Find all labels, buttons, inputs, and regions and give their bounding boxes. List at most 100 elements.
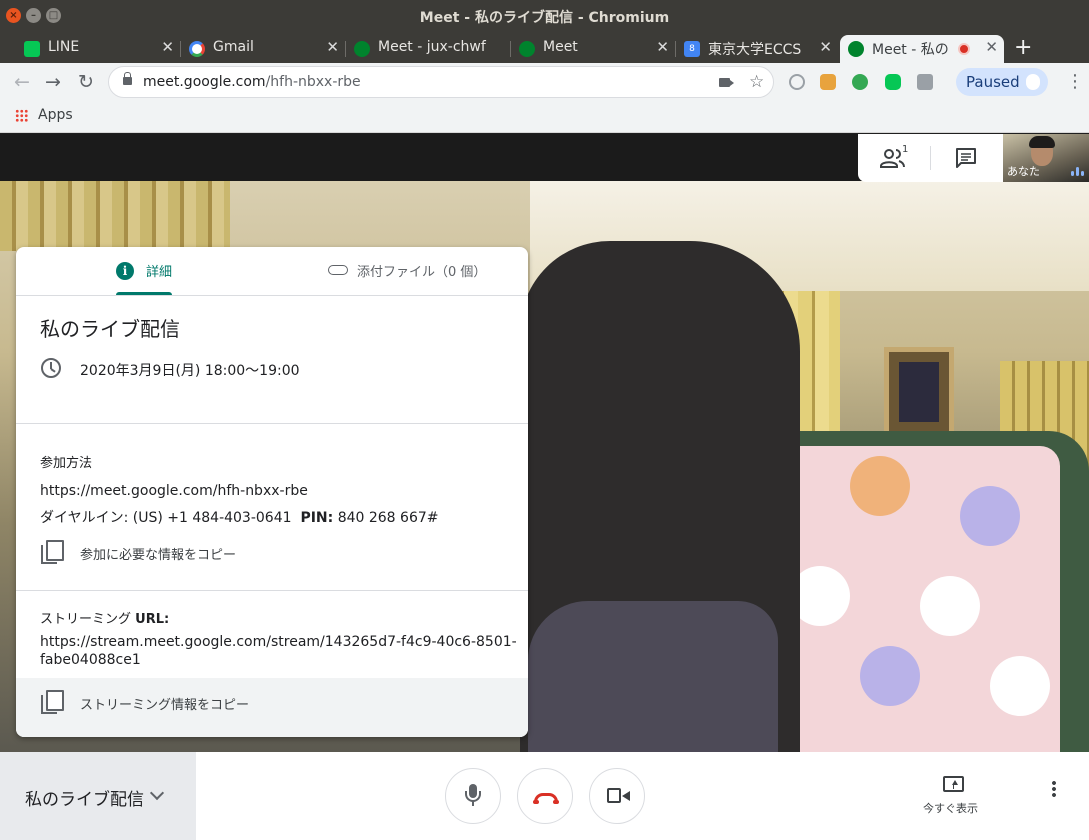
- apps-grid-icon[interactable]: [15, 109, 28, 122]
- dialin-info: ダイヤルイン: (US) +1 484-403-0641 PIN: 840 26…: [40, 510, 439, 526]
- apps-bookmark[interactable]: Apps: [38, 107, 73, 123]
- divider: [16, 423, 528, 424]
- lock-icon: [123, 72, 132, 85]
- extension-tampermonkey-icon[interactable]: [820, 74, 836, 90]
- blanket-dot: [920, 576, 980, 636]
- window-titlebar: × – □ Meet - 私のライブ配信 - Chromium: [0, 0, 1089, 32]
- meet-app: 1 あなた i 詳細 添付ファイル（0 個） 私のライブ配信 2020年3月9日…: [0, 134, 1089, 840]
- divider: [16, 590, 528, 591]
- browser-toolbar: ← → ↻ meet.google.com/hfh-nbxx-rbe ☆ Pau…: [0, 63, 1089, 101]
- video-hoodie: [528, 601, 778, 752]
- hang-up-icon: [533, 793, 559, 804]
- avatar: [1026, 74, 1040, 90]
- extension-line-icon[interactable]: [885, 74, 901, 90]
- meeting-title: 私のライブ配信: [40, 317, 180, 341]
- blanket-dot: [990, 656, 1050, 716]
- self-view-hair: [1029, 136, 1055, 148]
- present-now-button[interactable]: 今すぐ表示: [923, 800, 978, 816]
- participant-count: 1: [902, 144, 909, 155]
- join-url[interactable]: https://meet.google.com/hfh-nbxx-rbe: [40, 483, 308, 499]
- copy-join-info-button[interactable]: 参加に必要な情報をコピー: [80, 544, 236, 563]
- active-tab-indicator: [116, 292, 172, 295]
- address-bar[interactable]: meet.google.com/hfh-nbxx-rbe ☆: [108, 66, 774, 98]
- recording-icon: [958, 43, 970, 55]
- microphone-icon: [465, 784, 481, 802]
- streaming-heading: ストリーミング URL:: [40, 612, 170, 627]
- line-icon: [24, 41, 40, 57]
- streaming-url-line2[interactable]: fabe04088ce1: [40, 652, 141, 668]
- meeting-details-panel: i 詳細 添付ファイル（0 個） 私のライブ配信 2020年3月9日(月) 18…: [16, 247, 528, 737]
- bookmarks-bar: Apps: [0, 101, 1089, 133]
- chevron-down-icon: [149, 785, 165, 801]
- close-icon[interactable]: ✕: [985, 38, 998, 56]
- copy-icon: [41, 540, 64, 564]
- blanket-dot: [960, 486, 1020, 546]
- self-view-label: あなた: [1007, 165, 1040, 178]
- copy-icon: [41, 690, 64, 714]
- chat-icon[interactable]: [954, 146, 978, 170]
- tab-label: Meet - jux-chwf: [378, 39, 486, 55]
- meet-icon: [848, 41, 864, 57]
- clock-icon: [41, 358, 61, 378]
- divider: [930, 146, 931, 170]
- meeting-name-button[interactable]: 私のライブ配信: [0, 752, 196, 840]
- window-title: Meet - 私のライブ配信 - Chromium: [419, 10, 670, 26]
- tab-label: LINE: [48, 39, 80, 55]
- extension-grammarly-icon[interactable]: [852, 74, 868, 90]
- tab-label: Gmail: [213, 39, 254, 55]
- profile-status-label: Paused: [966, 73, 1020, 91]
- tab-eccs[interactable]: 8 東京大学ECCS ✕: [676, 35, 838, 63]
- tab-line[interactable]: LINE ✕: [16, 35, 181, 63]
- microphone-button[interactable]: [445, 768, 501, 824]
- meet-top-controls: 1: [858, 134, 1003, 182]
- streaming-url-line1[interactable]: https://stream.meet.google.com/stream/14…: [40, 634, 517, 650]
- extension-block-icon[interactable]: [789, 74, 805, 90]
- audio-level-icon: [1071, 166, 1087, 176]
- video-camera-icon: [607, 788, 621, 803]
- paperclip-icon: [328, 265, 348, 275]
- call-controls-bar: 私のライブ配信 今すぐ表示: [0, 752, 1089, 840]
- self-view-tile[interactable]: あなた: [1003, 134, 1089, 182]
- meeting-name-label: 私のライブ配信: [25, 790, 144, 810]
- forward-button[interactable]: →: [40, 69, 66, 95]
- panel-tabs: i 詳細 添付ファイル（0 個）: [16, 247, 528, 296]
- tab-label: 東京大学ECCS: [708, 42, 802, 58]
- join-heading: 参加方法: [40, 456, 93, 471]
- profile-paused-button[interactable]: Paused: [956, 68, 1048, 96]
- tab-meet-jux[interactable]: Meet - jux-chwf: [346, 35, 511, 63]
- blanket-dot: [850, 456, 910, 516]
- blanket-dot: [860, 646, 920, 706]
- hang-up-button[interactable]: [517, 768, 573, 824]
- video-picture-frame: [884, 347, 954, 437]
- microphone-stem: [472, 800, 474, 806]
- meet-icon: [519, 41, 535, 57]
- tab-label: Meet - 私の: [872, 42, 949, 58]
- tab-label: Meet: [543, 39, 578, 55]
- meeting-datetime: 2020年3月9日(月) 18:00～19:00: [80, 363, 300, 379]
- copy-streaming-info-button[interactable]: ストリーミング情報をコピー: [80, 694, 249, 713]
- tab-gmail[interactable]: Gmail ✕: [181, 35, 346, 63]
- tab-attachments[interactable]: 添付ファイル（0 個）: [357, 261, 486, 280]
- tab-strip: LINE ✕ Gmail ✕ Meet - jux-chwf Meet ✕ 8 …: [0, 32, 1089, 63]
- camera-icon[interactable]: [719, 78, 734, 87]
- meet-icon: [354, 41, 370, 57]
- tab-details[interactable]: 詳細: [146, 261, 172, 280]
- present-screen-icon[interactable]: [943, 776, 964, 792]
- extension-cast-icon[interactable]: [917, 74, 933, 90]
- new-tab-button[interactable]: +: [1014, 35, 1032, 60]
- back-button[interactable]: ←: [9, 69, 35, 95]
- camera-button[interactable]: [589, 768, 645, 824]
- bookmark-star-icon[interactable]: ☆: [749, 72, 764, 92]
- tab-meet[interactable]: Meet ✕: [511, 35, 676, 63]
- close-icon[interactable]: ✕: [656, 38, 669, 56]
- close-icon[interactable]: ✕: [326, 38, 339, 56]
- video-curtain-left: [0, 181, 230, 251]
- close-icon[interactable]: ✕: [161, 38, 174, 56]
- url-text: meet.google.com/hfh-nbxx-rbe: [143, 74, 361, 90]
- browser-menu-icon[interactable]: ⋮: [1066, 71, 1084, 92]
- more-options-icon[interactable]: [1052, 780, 1056, 798]
- tab-meet-active[interactable]: Meet - 私の ✕: [840, 35, 1004, 63]
- close-icon[interactable]: ✕: [819, 38, 832, 56]
- reload-button[interactable]: ↻: [73, 69, 99, 95]
- google-icon: [189, 41, 205, 57]
